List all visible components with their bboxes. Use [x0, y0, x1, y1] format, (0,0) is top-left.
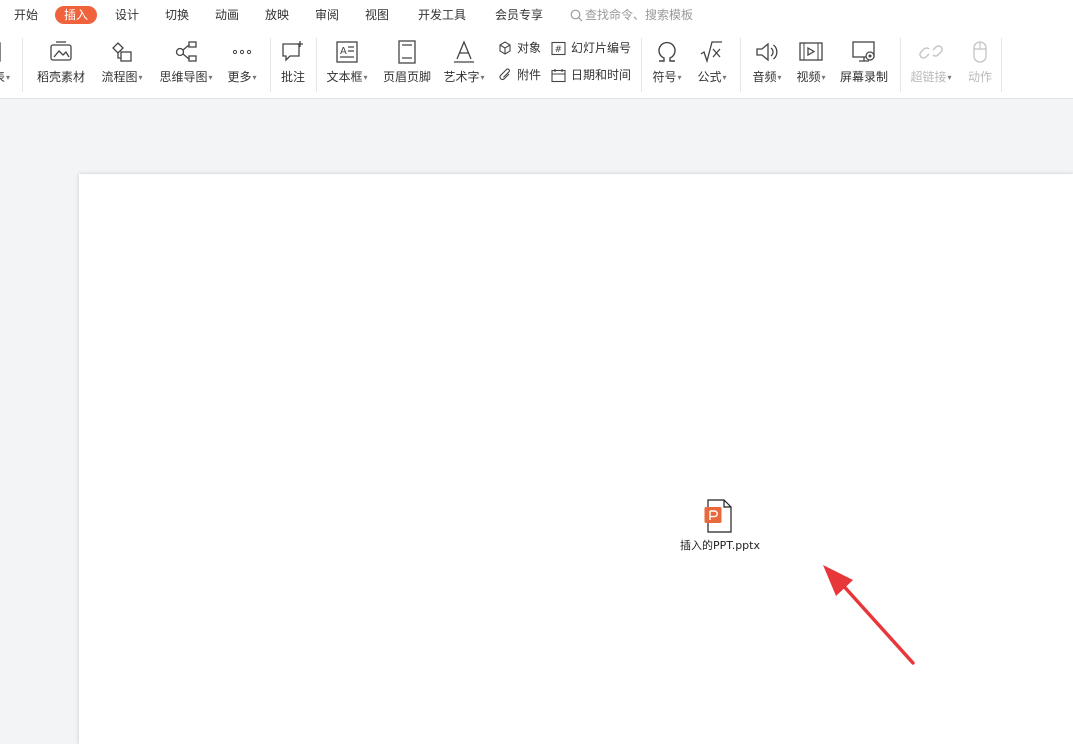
more-label: 更多	[227, 70, 252, 84]
wordart-label: 艺术字	[443, 70, 480, 84]
symbol-label: 符号	[652, 70, 677, 84]
paperclip-icon	[499, 68, 510, 81]
pptx-file-icon[interactable]	[704, 499, 734, 533]
tab-review[interactable]: 审阅	[315, 6, 339, 24]
formula-button[interactable]: 公式▾	[693, 38, 731, 90]
audio-button[interactable]: 音频▾	[748, 38, 786, 90]
slide-number-label: 幻灯片编号	[571, 41, 632, 55]
textbox-label: 文本框	[326, 70, 363, 84]
separator	[641, 38, 642, 92]
daoke-material-label: 稻壳素材	[36, 70, 85, 84]
tab-start[interactable]: 开始	[14, 6, 38, 24]
separator	[316, 38, 317, 92]
flowchart-icon	[112, 42, 132, 62]
separator	[22, 38, 23, 92]
table-button[interactable]: 表▾	[0, 38, 14, 90]
search-icon	[570, 9, 583, 22]
separator	[1001, 38, 1002, 92]
tab-insert[interactable]: 插入	[55, 6, 98, 24]
header-footer-button[interactable]: 页眉页脚	[380, 38, 434, 90]
screen-record-button[interactable]: 屏幕录制	[836, 38, 892, 90]
video-label: 视频	[796, 70, 821, 84]
object-label: 对象	[517, 41, 542, 55]
slide-number-icon: #	[551, 41, 566, 56]
object-button[interactable]: 对象	[497, 39, 541, 57]
material-icon	[50, 41, 72, 61]
table-icon	[0, 42, 1, 62]
screen-record-icon	[852, 41, 875, 62]
header-footer-label: 页眉页脚	[382, 70, 431, 84]
insert-ribbon: 表▾ 稻壳素材 流程图▾ 思维导图▾ 更多▾	[0, 30, 1073, 99]
comment-label: 批注	[280, 70, 305, 84]
daoke-material-button[interactable]: 稻壳素材	[33, 38, 89, 90]
textbox-button[interactable]: A 文本框▾	[322, 38, 372, 90]
date-time-button[interactable]: 日期和时间	[551, 66, 631, 84]
wordart-button[interactable]: 艺术字▾	[440, 38, 488, 90]
video-button[interactable]: 视频▾	[792, 38, 830, 90]
flowchart-label: 流程图	[101, 70, 138, 84]
table-label: 表	[0, 70, 5, 84]
mindmap-button[interactable]: 思维导图▾	[155, 38, 217, 90]
hyperlink-button[interactable]: 超链接▾	[906, 38, 956, 90]
header-footer-icon	[398, 40, 416, 64]
attachment-button[interactable]: 附件	[497, 66, 541, 84]
date-time-label: 日期和时间	[571, 68, 632, 82]
more-icon	[232, 49, 252, 55]
tab-developer[interactable]: 开发工具	[418, 6, 466, 24]
mindmap-icon	[175, 41, 197, 62]
tab-slideshow[interactable]: 放映	[265, 6, 289, 24]
tab-transition[interactable]: 切换	[165, 6, 189, 24]
separator	[740, 38, 741, 92]
speaker-icon	[756, 42, 778, 62]
screen-record-label: 屏幕录制	[839, 70, 888, 84]
action-button[interactable]: 动作	[962, 38, 998, 90]
omega-icon	[658, 41, 676, 62]
comment-icon	[282, 41, 303, 62]
formula-label: 公式	[697, 70, 722, 84]
flowchart-button[interactable]: 流程图▾	[96, 38, 148, 90]
separator	[270, 38, 271, 92]
command-search[interactable]: 查找命令、搜索模板	[570, 6, 693, 24]
attachment-label: 附件	[517, 68, 542, 82]
search-placeholder: 查找命令、搜索模板	[585, 8, 694, 22]
slide-canvas[interactable]	[79, 174, 1073, 744]
calendar-icon	[551, 69, 566, 83]
slide-number-button[interactable]: # 幻灯片编号	[551, 39, 631, 57]
formula-icon	[700, 41, 722, 64]
link-icon	[919, 45, 943, 59]
tab-member[interactable]: 会员专享	[495, 6, 543, 24]
tab-design[interactable]: 设计	[115, 6, 139, 24]
textbox-icon: A	[336, 41, 358, 63]
tab-view[interactable]: 视图	[365, 6, 389, 24]
tab-animation[interactable]: 动画	[215, 6, 239, 24]
separator	[900, 38, 901, 92]
more-button[interactable]: 更多▾	[222, 38, 262, 90]
embedded-file-name[interactable]: 插入的PPT.pptx	[660, 537, 780, 553]
wordart-icon	[454, 40, 474, 63]
video-icon	[799, 42, 823, 61]
audio-label: 音频	[752, 70, 777, 84]
svg-text:A: A	[340, 46, 347, 57]
action-label: 动作	[967, 70, 992, 84]
menu-bar: 开始 插入 设计 切换 动画 放映 审阅 视图 开发工具 会员专享 查找命令、搜…	[0, 0, 1073, 30]
hyperlink-label: 超链接	[910, 70, 947, 84]
mindmap-label: 思维导图	[159, 70, 208, 84]
symbol-button[interactable]: 符号▾	[648, 38, 686, 90]
svg-text:#: #	[555, 45, 563, 55]
object-icon	[499, 41, 511, 55]
mouse-icon	[973, 41, 987, 63]
comment-button[interactable]: 批注	[276, 38, 310, 90]
